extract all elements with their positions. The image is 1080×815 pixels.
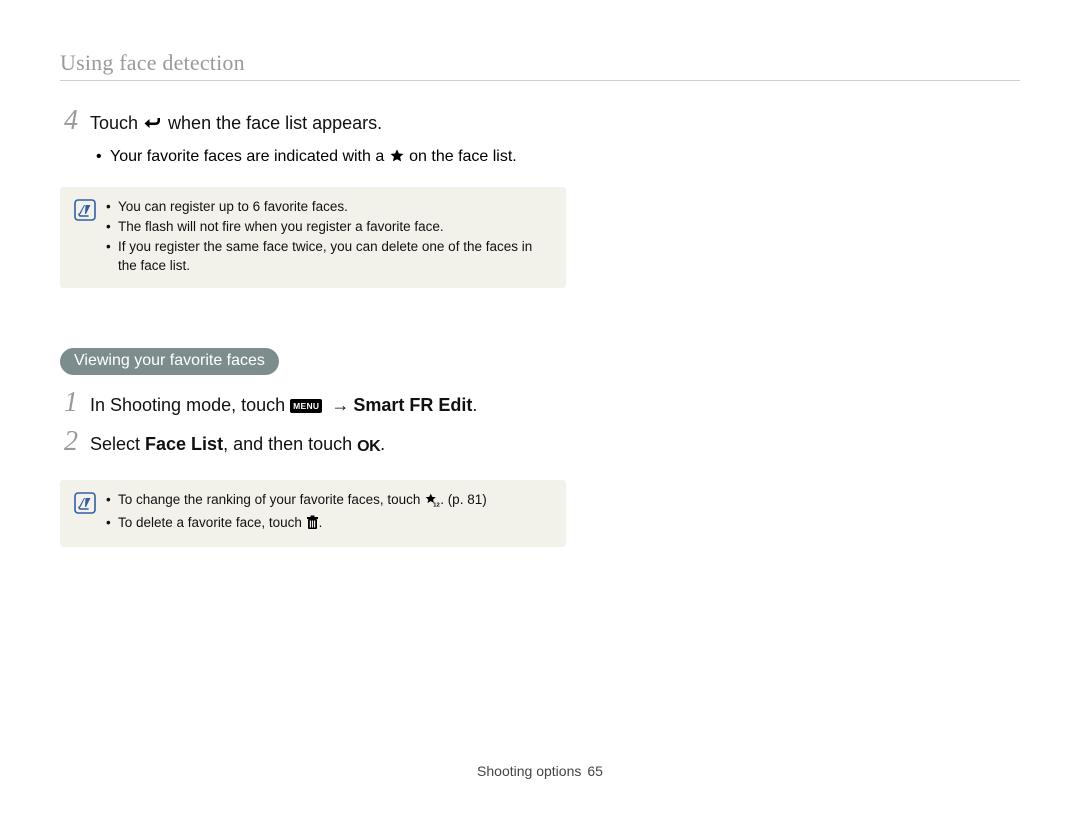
step-number: 1 <box>60 389 78 417</box>
step-1-period: . <box>472 395 477 415</box>
step-4-bullets: Your favorite faces are indicated with a… <box>96 145 580 171</box>
step-4-prefix: Touch <box>90 113 143 133</box>
note-icon <box>74 199 96 221</box>
step-1-text: In Shooting mode, touch MENU →Smart FR E… <box>90 393 477 418</box>
note-item: The flash will not fire when you registe… <box>106 217 552 237</box>
note-item: If you register the same face twice, you… <box>106 237 552 276</box>
page-footer: Shooting options 65 <box>0 763 1080 779</box>
footer-label: Shooting options <box>477 763 581 779</box>
note2-line1-a: To change the ranking of your favorite f… <box>118 492 424 507</box>
step-2-bold: Face List <box>145 434 223 454</box>
step-4: 4 Touch when the face list appears. <box>60 107 580 139</box>
step-1: 1 In Shooting mode, touch MENU →Smart FR… <box>60 389 580 418</box>
bullet-prefix: Your favorite faces are indicated with a <box>110 148 389 165</box>
step-2-b: , and then touch <box>223 434 357 454</box>
step-4-suffix: when the face list appears. <box>163 113 382 133</box>
step-number: 4 <box>60 107 78 135</box>
step-2-text: Select Face List, and then touch OK. <box>90 432 385 458</box>
note-icon <box>74 492 96 514</box>
note2-line2-b: . <box>319 515 323 530</box>
note-item: To change the ranking of your favorite f… <box>106 490 487 513</box>
bullet-suffix: on the face list. <box>405 148 517 165</box>
step-1-prefix: In Shooting mode, touch <box>90 395 290 415</box>
step-4-text: Touch when the face list appears. <box>90 111 382 139</box>
step-2-period: . <box>380 434 385 454</box>
ok-icon: OK <box>357 436 380 458</box>
star-icon <box>389 148 405 171</box>
note-box-2: To change the ranking of your favorite f… <box>60 480 566 547</box>
step-4-bullet-1: Your favorite faces are indicated with a… <box>96 145 580 171</box>
note-list-2: To change the ranking of your favorite f… <box>106 490 487 535</box>
menu-icon: MENU <box>290 399 322 413</box>
chapter-title: Using face detection <box>60 50 1020 81</box>
page-number: 65 <box>587 763 603 779</box>
trash-icon <box>306 515 319 536</box>
note-box-1: You can register up to 6 favorite faces.… <box>60 187 566 287</box>
arrow-icon: → <box>327 393 353 418</box>
note2-line1-b: . (p. 81) <box>440 492 487 507</box>
step-number: 2 <box>60 428 78 456</box>
step-2: 2 Select Face List, and then touch OK. <box>60 428 580 458</box>
step-2-a: Select <box>90 434 145 454</box>
note-list-1: You can register up to 6 favorite faces.… <box>106 197 552 275</box>
note2-line2-a: To delete a favorite face, touch <box>118 515 306 530</box>
return-icon <box>143 114 163 139</box>
note-item: To delete a favorite face, touch . <box>106 513 487 536</box>
step-1-bold: Smart FR Edit <box>353 395 472 415</box>
section-heading-pill: Viewing your favorite faces <box>60 348 279 375</box>
note-item: You can register up to 6 favorite faces. <box>106 197 552 217</box>
star-rank-icon: 123 <box>424 493 440 513</box>
